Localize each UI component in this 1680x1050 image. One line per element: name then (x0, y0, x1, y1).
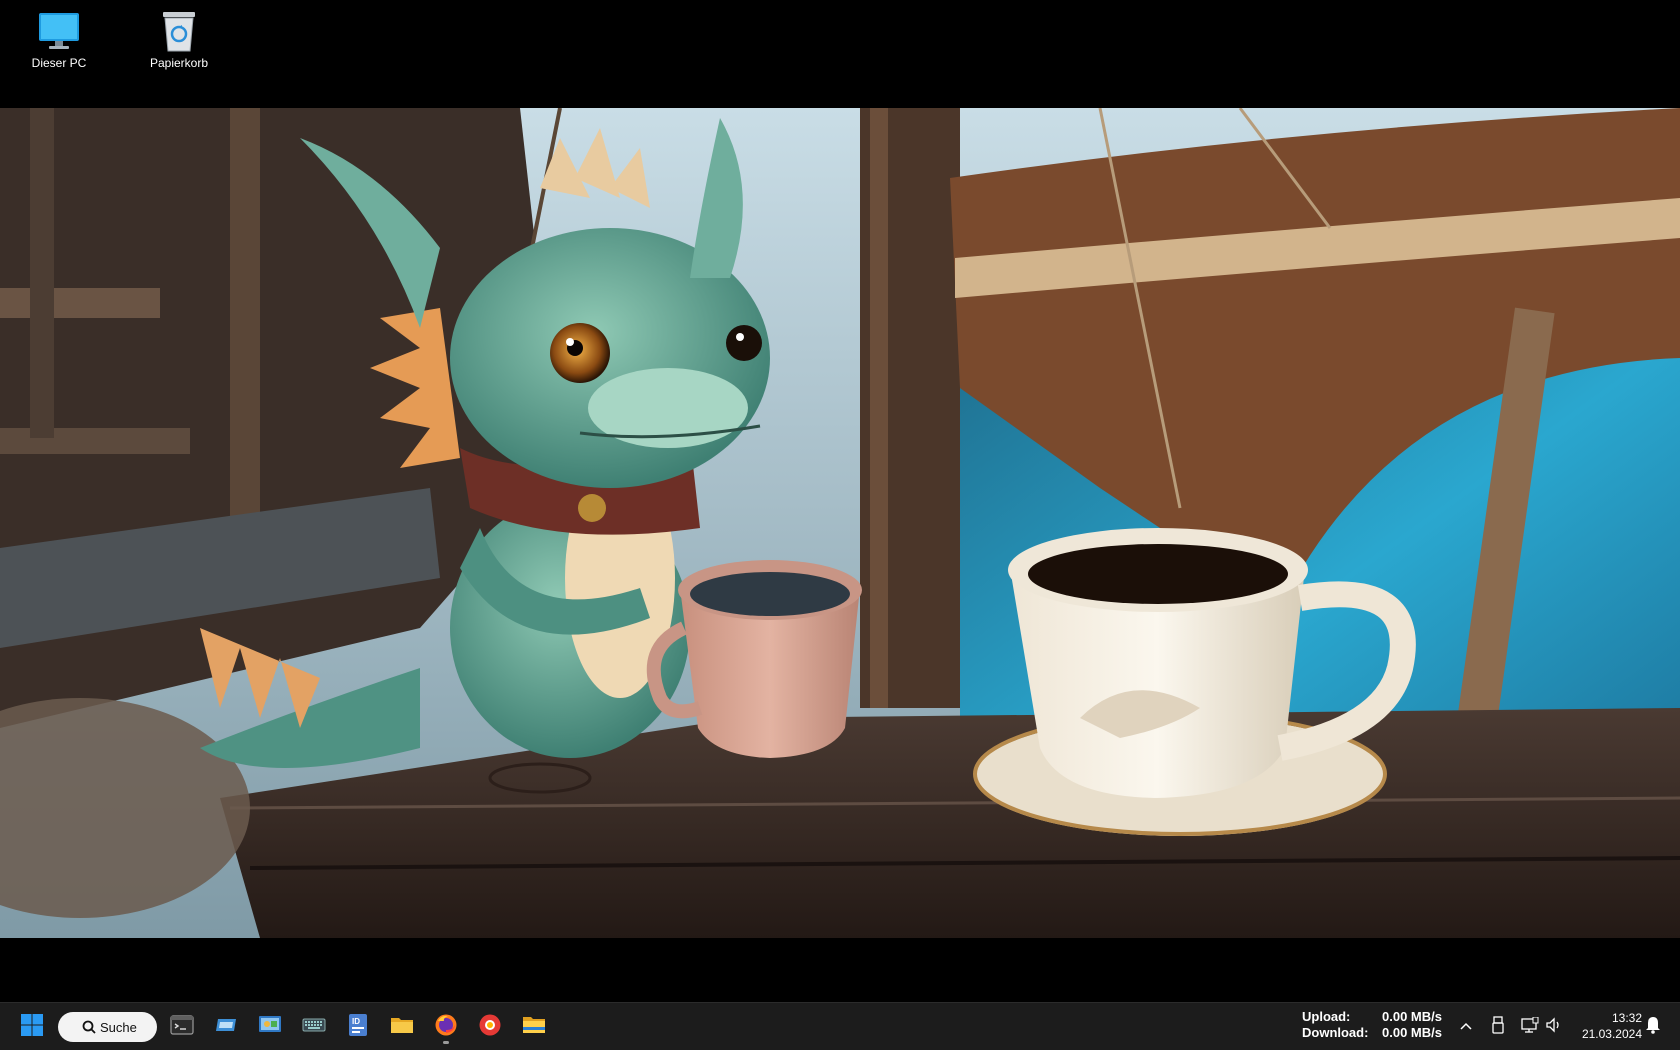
search-icon (82, 1020, 96, 1037)
notification-center-button[interactable] (1643, 1016, 1663, 1039)
windows-start-icon (20, 1013, 44, 1042)
usb-drive-icon (1491, 1015, 1505, 1039)
taskbar: Suche ID Upload: 0.00 MB/s Download: 0.0… (0, 1002, 1680, 1050)
notification-bell-icon (1645, 1016, 1661, 1039)
computer-icon (35, 8, 83, 54)
taskbar-app-tablet-mode[interactable] (208, 1009, 244, 1045)
desktop-icon-this-pc[interactable]: Dieser PC (14, 8, 104, 70)
taskbar-app-keyboard[interactable] (296, 1009, 332, 1045)
recycle-bin-icon (155, 8, 203, 54)
search-input[interactable]: Suche (58, 1012, 157, 1042)
id-card-icon: ID (347, 1013, 369, 1042)
desktop-icon-label: Papierkorb (149, 56, 209, 70)
folder-icon (390, 1014, 414, 1041)
desktop-icon-recycle-bin[interactable]: Papierkorb (134, 8, 224, 70)
network-speed-widget: Upload: 0.00 MB/s Download: 0.00 MB/s (1302, 1009, 1442, 1041)
upload-value: 0.00 MB/s (1382, 1009, 1442, 1024)
taskbar-app-firefox[interactable] (428, 1009, 464, 1045)
upload-label: Upload: (1302, 1009, 1351, 1024)
control-panel-icon (258, 1014, 282, 1041)
taskbar-app-terminal[interactable] (164, 1009, 200, 1045)
tray-network-button[interactable] (1520, 1016, 1540, 1038)
record-icon (478, 1013, 502, 1042)
network-monitor-icon (1521, 1016, 1539, 1038)
taskbar-app-record[interactable] (472, 1009, 508, 1045)
system-clock[interactable]: 13:32 21.03.2024 (1572, 1010, 1642, 1042)
firefox-icon (434, 1013, 458, 1042)
taskbar-app-control-panel[interactable] (252, 1009, 288, 1045)
tray-usb-button[interactable] (1488, 1015, 1508, 1039)
file-explorer-icon (522, 1014, 546, 1041)
desktop-icon-label: Dieser PC (31, 56, 87, 70)
clock-time: 13:32 (1611, 1011, 1642, 1025)
clock-date: 21.03.2024 (1581, 1027, 1642, 1041)
window-icon (214, 1014, 238, 1041)
speaker-icon (1545, 1016, 1563, 1038)
taskbar-app-id-card[interactable]: ID (340, 1009, 376, 1045)
keyboard-icon (302, 1014, 326, 1041)
desktop-wallpaper (0, 108, 1680, 938)
tray-volume-button[interactable] (1544, 1016, 1564, 1038)
start-button[interactable] (14, 1009, 50, 1045)
taskbar-app-folder[interactable] (384, 1009, 420, 1045)
download-value: 0.00 MB/s (1382, 1025, 1442, 1040)
svg-text:ID: ID (352, 1017, 360, 1026)
search-placeholder: Suche (100, 1019, 137, 1035)
taskbar-app-file-explorer[interactable] (516, 1009, 552, 1045)
active-indicator (443, 1041, 449, 1044)
terminal-icon (170, 1014, 194, 1041)
chevron-up-icon (1460, 1018, 1472, 1036)
show-hidden-icons-button[interactable] (1456, 1017, 1476, 1037)
download-label: Download: (1302, 1025, 1369, 1040)
